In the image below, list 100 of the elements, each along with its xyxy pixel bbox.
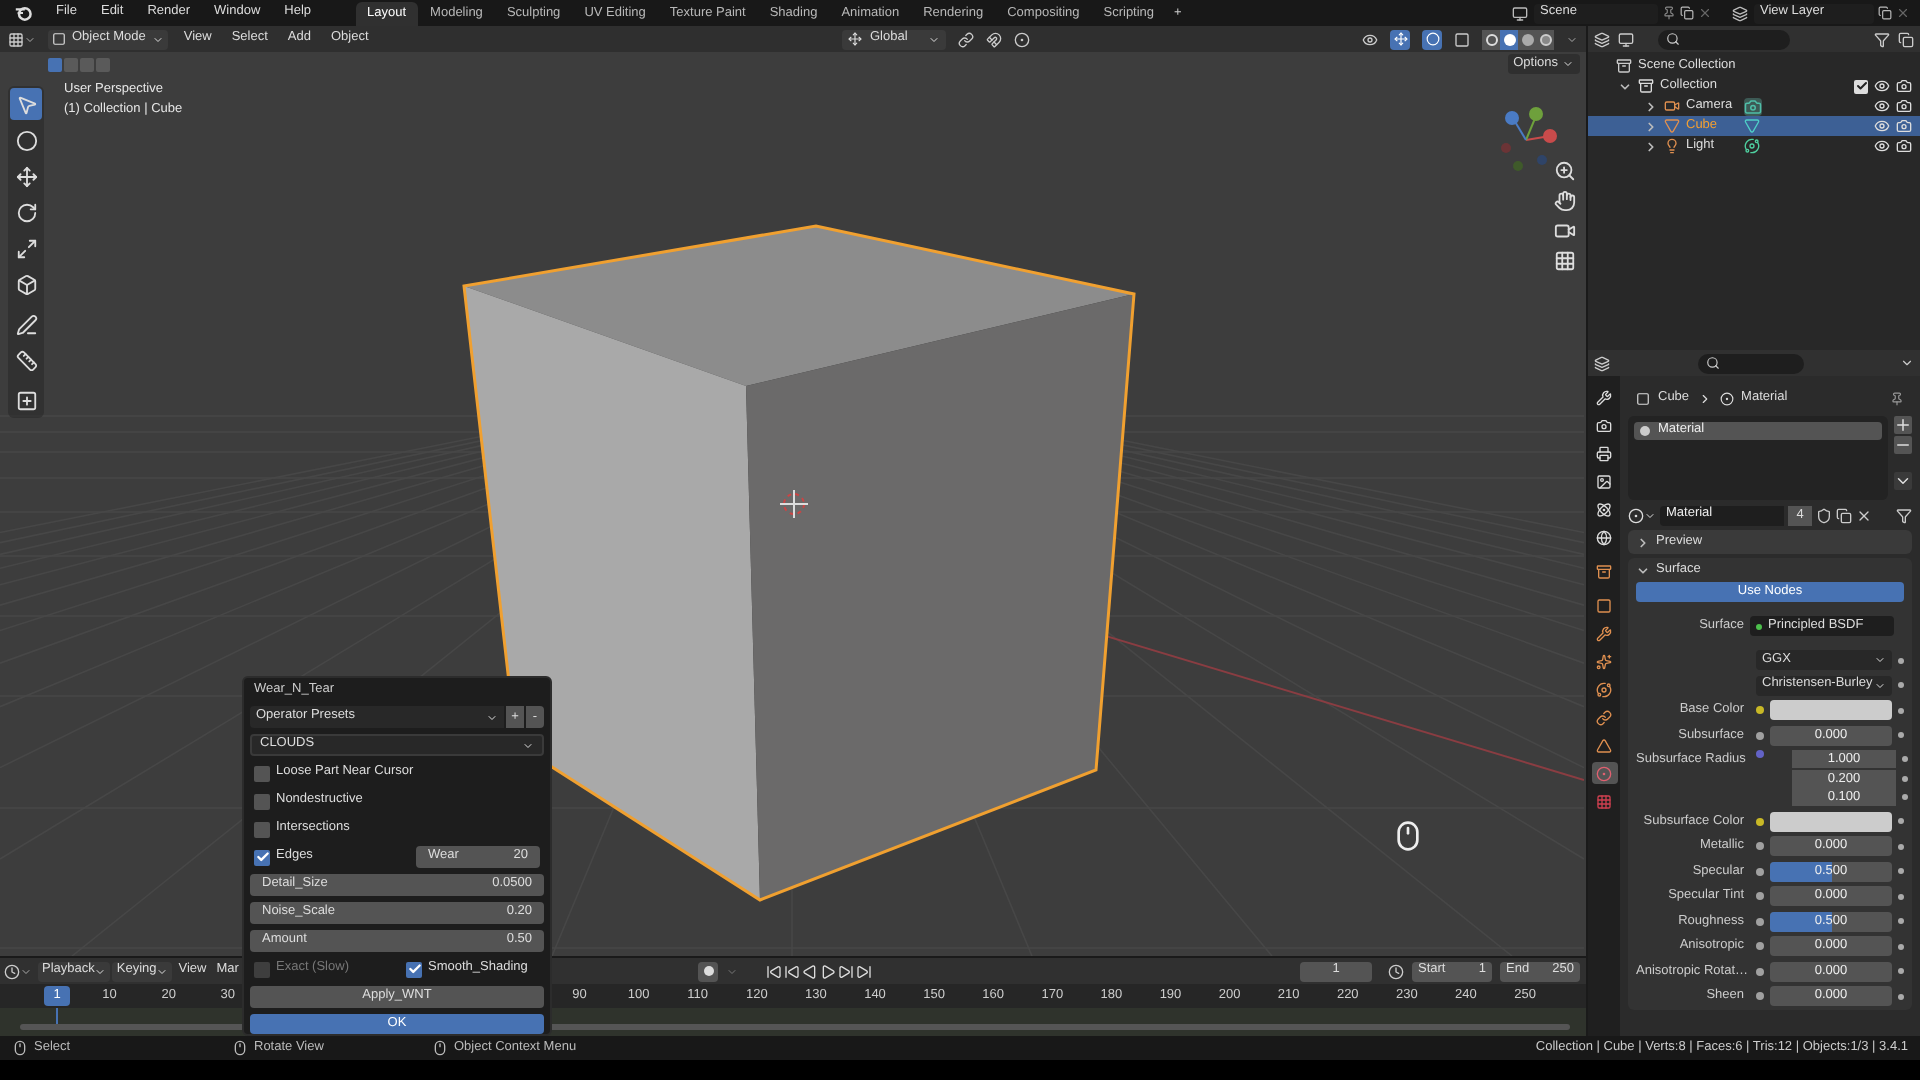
- caret-icon: [156, 965, 169, 977]
- checkbox[interactable]: [254, 765, 270, 781]
- new-view-layer-icon[interactable]: [1878, 6, 1892, 20]
- properties-tab[interactable]: [1591, 560, 1617, 582]
- record-button[interactable]: [698, 961, 718, 981]
- render-icon[interactable]: [1896, 118, 1912, 134]
- color-swatch[interactable]: [1770, 811, 1892, 831]
- tool-icon: [1596, 389, 1612, 405]
- options-icon[interactable]: [1900, 356, 1914, 370]
- view-layer-icon[interactable]: [1618, 31, 1634, 47]
- properties-tab[interactable]: [1591, 622, 1617, 644]
- gizmo-toggle-button[interactable]: [1390, 29, 1410, 49]
- eye-icon[interactable]: [1874, 98, 1890, 114]
- camera-data-icon[interactable]: [1744, 97, 1762, 115]
- shading-mode-button[interactable]: [1536, 29, 1554, 49]
- eye-icon[interactable]: [1874, 118, 1890, 134]
- remove-slot-button[interactable]: [1894, 436, 1912, 454]
- jump-start-icon[interactable]: [766, 963, 782, 979]
- duplicate-icon[interactable]: [1836, 507, 1852, 523]
- properties-tab[interactable]: [1591, 678, 1617, 700]
- mesh-data-icon[interactable]: [1744, 118, 1760, 134]
- properties-tab[interactable]: [1591, 526, 1617, 548]
- properties-tab[interactable]: [1591, 470, 1617, 492]
- previous-keyframe-icon[interactable]: [784, 963, 800, 979]
- editor-type-button[interactable]: [4, 963, 32, 979]
- add-cube-tool-icon: [15, 389, 37, 411]
- caret-icon: [1644, 509, 1656, 521]
- grid-icon[interactable]: [1554, 250, 1576, 272]
- overlay-toggle-button[interactable]: [1422, 29, 1442, 49]
- render-icon[interactable]: [1896, 78, 1912, 94]
- view-layer-icon[interactable]: [1732, 5, 1748, 21]
- editor-type-icon[interactable]: [1594, 355, 1610, 371]
- scene-collection-icon: [1616, 58, 1632, 74]
- link-mode-icon[interactable]: [1896, 507, 1912, 523]
- constraints-icon: [1596, 709, 1612, 725]
- world-icon: [1596, 529, 1612, 545]
- pivot-icon[interactable]: [958, 31, 974, 47]
- checkbox[interactable]: [254, 821, 270, 837]
- mesh-data-icon: [1596, 737, 1612, 753]
- filter-icon[interactable]: [1874, 31, 1890, 47]
- check-icon: [255, 850, 269, 864]
- color-swatch[interactable]: [1770, 700, 1892, 720]
- search-field[interactable]: [1658, 29, 1790, 49]
- unlink-icon[interactable]: [1856, 507, 1872, 523]
- render-icon[interactable]: [1896, 138, 1912, 154]
- annotate-tool-icon: [15, 313, 37, 335]
- collection-icon: [1596, 563, 1612, 579]
- shading-mode-button[interactable]: [1500, 29, 1518, 49]
- texture-icon: [1596, 793, 1612, 809]
- particles-icon: [1596, 653, 1612, 669]
- properties-tab[interactable]: [1591, 650, 1617, 672]
- stopwatch-icon[interactable]: [1388, 963, 1404, 979]
- new-collection-icon[interactable]: [1898, 31, 1914, 47]
- grid-icon: [8, 31, 24, 47]
- render-icon[interactable]: [1896, 98, 1912, 114]
- shading-options-icon[interactable]: [1566, 33, 1578, 45]
- physics-icon: [1596, 681, 1612, 697]
- scale-tool-icon: [15, 237, 37, 259]
- xray-icon[interactable]: [1454, 31, 1470, 47]
- add-slot-button[interactable]: [1894, 416, 1912, 434]
- snap-icon[interactable]: [986, 31, 1002, 47]
- light-data-icon[interactable]: [1744, 138, 1760, 154]
- blender-logo-icon[interactable]: [14, 4, 32, 22]
- search-field[interactable]: [1698, 353, 1804, 373]
- properties-tab[interactable]: [1591, 498, 1617, 520]
- caret-icon: [928, 33, 940, 45]
- next-keyframe-icon[interactable]: [838, 963, 854, 979]
- new-scene-icon[interactable]: [1680, 6, 1694, 20]
- play-icon[interactable]: [820, 963, 836, 979]
- eye-icon[interactable]: [1874, 138, 1890, 154]
- shading-mode-button[interactable]: [1482, 29, 1500, 49]
- visibility-icon[interactable]: [1362, 31, 1378, 47]
- editor-type-button[interactable]: [8, 31, 36, 47]
- scene-icon[interactable]: [1512, 5, 1528, 21]
- play-reverse-icon[interactable]: [802, 963, 818, 979]
- checkbox[interactable]: [1854, 79, 1868, 93]
- navigation-gizmo-drawing[interactable]: [1498, 104, 1558, 176]
- material-icon: [1719, 391, 1734, 405]
- search-icon: [1666, 32, 1680, 46]
- zoom-icon[interactable]: [1554, 160, 1576, 182]
- properties-tab[interactable]: [1591, 734, 1617, 756]
- properties-tab[interactable]: [1591, 386, 1617, 408]
- properties-tab[interactable]: [1591, 414, 1617, 436]
- clock-icon: [4, 963, 20, 979]
- pin-icon[interactable]: [1890, 391, 1904, 405]
- eye-icon[interactable]: [1874, 78, 1890, 94]
- properties-tab[interactable]: [1591, 442, 1617, 464]
- shading-mode-button[interactable]: [1518, 29, 1536, 49]
- slot-menu-button[interactable]: [1894, 472, 1912, 490]
- fake-user-icon[interactable]: [1816, 507, 1832, 523]
- checkbox[interactable]: [254, 793, 270, 809]
- jump-end-icon[interactable]: [856, 963, 872, 979]
- pin-icon[interactable]: [1662, 6, 1676, 20]
- light-icon: [1664, 138, 1680, 154]
- display-mode-icon[interactable]: [1594, 31, 1610, 47]
- material-browse-button[interactable]: [1628, 507, 1656, 523]
- hand-icon[interactable]: [1554, 190, 1576, 212]
- camera-view-icon[interactable]: [1554, 220, 1576, 242]
- proportional-editing-icon[interactable]: [1014, 31, 1030, 47]
- properties-tab[interactable]: [1591, 706, 1617, 728]
